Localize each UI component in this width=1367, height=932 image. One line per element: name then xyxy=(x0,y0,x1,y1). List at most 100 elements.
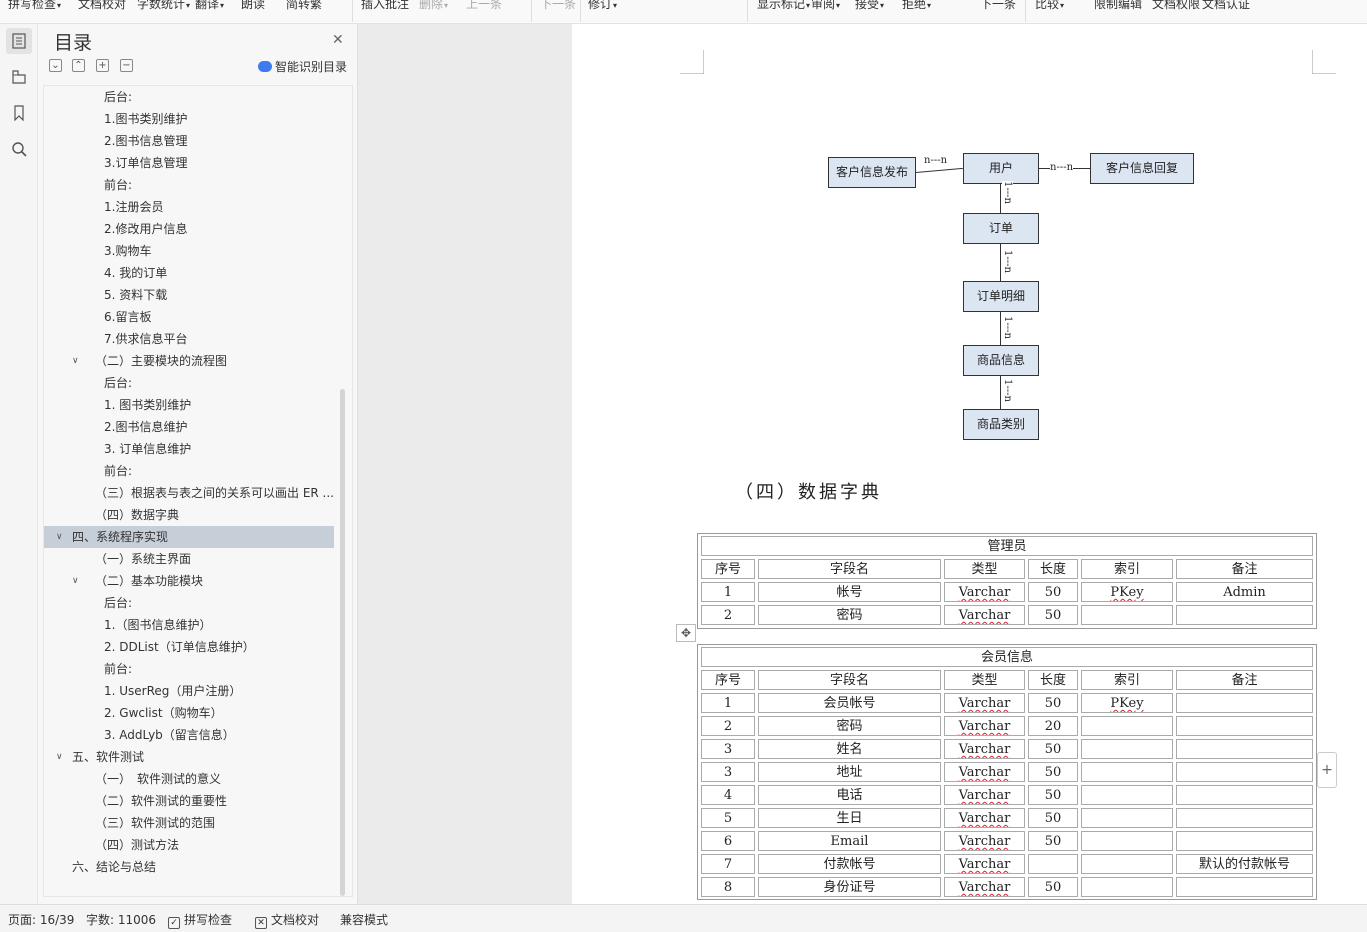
chevron-down-icon: ▾ xyxy=(880,1,885,10)
toc-item[interactable]: 5. 资料下载 xyxy=(44,284,334,306)
toc-icon[interactable] xyxy=(6,28,32,54)
toolbar-item[interactable]: 字数统计▾ xyxy=(137,0,190,12)
toolbar-item[interactable]: 显示标记▾ xyxy=(757,0,810,12)
outline-icon[interactable] xyxy=(6,64,32,90)
table-cell: 1 xyxy=(701,693,755,713)
toc-item[interactable]: 1. UserReg（用户注册） xyxy=(44,680,334,702)
toc-item[interactable]: 6.留言板 xyxy=(44,306,334,328)
toc-item[interactable]: （二）软件测试的重要性 xyxy=(44,790,334,812)
toc-item[interactable]: 7.供求信息平台 xyxy=(44,328,334,350)
chevron-down-icon[interactable]: ∨ xyxy=(56,526,63,548)
toolbar-item[interactable]: 下一条 xyxy=(540,0,576,12)
toc-item[interactable]: 2.图书信息维护 xyxy=(44,416,334,438)
toolbar-separator xyxy=(531,0,532,22)
toc-item[interactable]: 1.（图书信息维护） xyxy=(44,614,334,636)
er-box-product-category: 商品类别 xyxy=(963,409,1039,440)
toolbar-item[interactable]: 文档认证 xyxy=(1202,0,1250,12)
toc-item[interactable]: 2. Gwclist（购物车） xyxy=(44,702,334,724)
chevron-down-icon: ▾ xyxy=(220,1,225,10)
toc-item[interactable]: 3.订单信息管理 xyxy=(44,152,334,174)
toc-item[interactable]: ∨ 四、系统程序实现 xyxy=(44,526,334,548)
spell-check-toggle[interactable]: ✓ 拼写检查 xyxy=(168,911,232,929)
toc-item[interactable]: 后台: xyxy=(44,592,334,614)
table-cell: Admin xyxy=(1176,582,1313,602)
chevron-down-icon: ▾ xyxy=(613,1,618,10)
toolbar-item[interactable]: 翻译▾ xyxy=(195,0,224,12)
table-move-icon[interactable]: ✥ xyxy=(676,624,696,642)
chevron-down-icon[interactable]: ∨ xyxy=(72,350,79,372)
toc-item-label: （二）基本功能模块 xyxy=(95,574,204,588)
toolbar-item[interactable]: 修订▾ xyxy=(588,0,617,12)
toolbar-item[interactable]: 下一条 xyxy=(980,0,1016,12)
toc-item[interactable]: （一）系统主界面 xyxy=(44,548,334,570)
toc-item[interactable]: 1. 图书类别维护 xyxy=(44,394,334,416)
toc-item[interactable]: 3. AddLyb（留言信息） xyxy=(44,724,334,746)
toc-item[interactable]: 六、结论与总结 xyxy=(44,856,334,878)
toc-item[interactable]: ∨ （二）基本功能模块 xyxy=(44,570,334,592)
ai-icon xyxy=(258,61,272,72)
toc-scrollbar[interactable] xyxy=(340,389,345,896)
toc-item[interactable]: （一） 软件测试的意义 xyxy=(44,768,334,790)
chevron-down-icon[interactable]: ∨ xyxy=(56,746,63,768)
bookmark-icon[interactable] xyxy=(6,100,32,126)
toolbar-item[interactable]: 文档权限 xyxy=(1152,0,1200,12)
table-cell: 8 xyxy=(701,877,755,897)
table-header-cell: 类型 xyxy=(944,559,1025,579)
toolbar-item[interactable]: 审阅▾ xyxy=(811,0,840,12)
close-icon[interactable]: ✕ xyxy=(332,32,344,48)
toolbar-item[interactable]: 拼写检查▾ xyxy=(8,0,61,12)
check-icon: ✓ xyxy=(168,917,180,929)
toc-item-label: （二）软件测试的重要性 xyxy=(95,794,228,808)
toc-item[interactable]: 前台: xyxy=(44,174,334,196)
toc-item[interactable]: 后台: xyxy=(44,86,334,108)
toc-item[interactable]: （四）测试方法 xyxy=(44,834,334,856)
expand-up-icon[interactable]: ⌃ xyxy=(72,59,85,72)
toolbar-item[interactable]: 限制编辑 xyxy=(1094,0,1142,12)
toolbar-item[interactable]: 拒绝▾ xyxy=(902,0,931,12)
toc-item-label: （二）主要模块的流程图 xyxy=(95,354,228,368)
toolbar-item[interactable]: 接受▾ xyxy=(855,0,884,12)
toc-item[interactable]: 前台: xyxy=(44,460,334,482)
chevron-down-icon[interactable]: ∨ xyxy=(72,570,79,592)
er-box-order-detail: 订单明细 xyxy=(963,281,1039,312)
toc-item[interactable]: 4. 我的订单 xyxy=(44,262,334,284)
page-indicator[interactable]: 页面: 16/39 xyxy=(8,911,74,928)
toolbar-item[interactable]: 插入批注 xyxy=(361,0,409,12)
toolbar-item[interactable]: 比较▾ xyxy=(1035,0,1064,12)
smart-toc-button[interactable]: 智能识别目录 xyxy=(258,58,347,75)
toc-item[interactable]: ∨ 五、软件测试 xyxy=(44,746,334,768)
proofread-toggle[interactable]: ✕ 文档校对 xyxy=(255,911,319,929)
add-heading-icon[interactable]: + xyxy=(96,59,109,72)
toc-item[interactable]: 3.购物车 xyxy=(44,240,334,262)
toc-item-label: 2. DDList（订单信息维护） xyxy=(104,640,255,654)
toolbar-item[interactable]: 朗读 xyxy=(241,0,265,12)
toc-item[interactable]: （三）根据表与表之间的关系可以画出 ER ... xyxy=(44,482,334,504)
toc-item[interactable]: 2.图书信息管理 xyxy=(44,130,334,152)
toc-item[interactable]: 1.图书类别维护 xyxy=(44,108,334,130)
er-box-customer-post: 客户信息发布 xyxy=(828,157,916,188)
toc-item[interactable]: 3. 订单信息维护 xyxy=(44,438,334,460)
toc-item[interactable]: （三）软件测试的范围 xyxy=(44,812,334,834)
toc-item-label: （三）根据表与表之间的关系可以画出 ER ... xyxy=(95,486,334,500)
toc-item[interactable]: 2.修改用户信息 xyxy=(44,218,334,240)
toc-item-label: （四）测试方法 xyxy=(95,838,180,852)
status-bar: 页面: 16/39 字数: 11006 ✓ 拼写检查 ✕ 文档校对 兼容模式 xyxy=(0,904,1367,932)
search-icon[interactable] xyxy=(6,136,32,162)
toc-item[interactable]: 2. DDList（订单信息维护） xyxy=(44,636,334,658)
toc-item[interactable]: 前台: xyxy=(44,658,334,680)
collapse-all-icon[interactable]: ⌄ xyxy=(49,59,62,72)
toc-item[interactable]: ∨ （二）主要模块的流程图 xyxy=(44,350,334,372)
toc-item[interactable]: 后台: xyxy=(44,372,334,394)
toolbar-item[interactable]: 文档校对 xyxy=(78,0,126,12)
toolbar-item[interactable]: 删除▾ xyxy=(419,0,448,12)
remove-heading-icon[interactable]: − xyxy=(120,59,133,72)
close-box-icon: ✕ xyxy=(255,917,267,929)
toc-item[interactable]: （四）数据字典 xyxy=(44,504,334,526)
toolbar-item[interactable]: 上一条 xyxy=(466,0,502,12)
toc-item[interactable]: 1.注册会员 xyxy=(44,196,334,218)
toolbar-item[interactable]: 简转繁 xyxy=(286,0,322,12)
toolbar-separator xyxy=(352,0,353,22)
admin-table: 管理员 序号 字段名 类型 长度 索引 备注 1 帐号 Varchar 50 PKey Admin 2 密码… xyxy=(697,533,1317,629)
add-column-button[interactable]: + xyxy=(1317,752,1337,788)
word-count[interactable]: 字数: 11006 xyxy=(86,911,156,928)
